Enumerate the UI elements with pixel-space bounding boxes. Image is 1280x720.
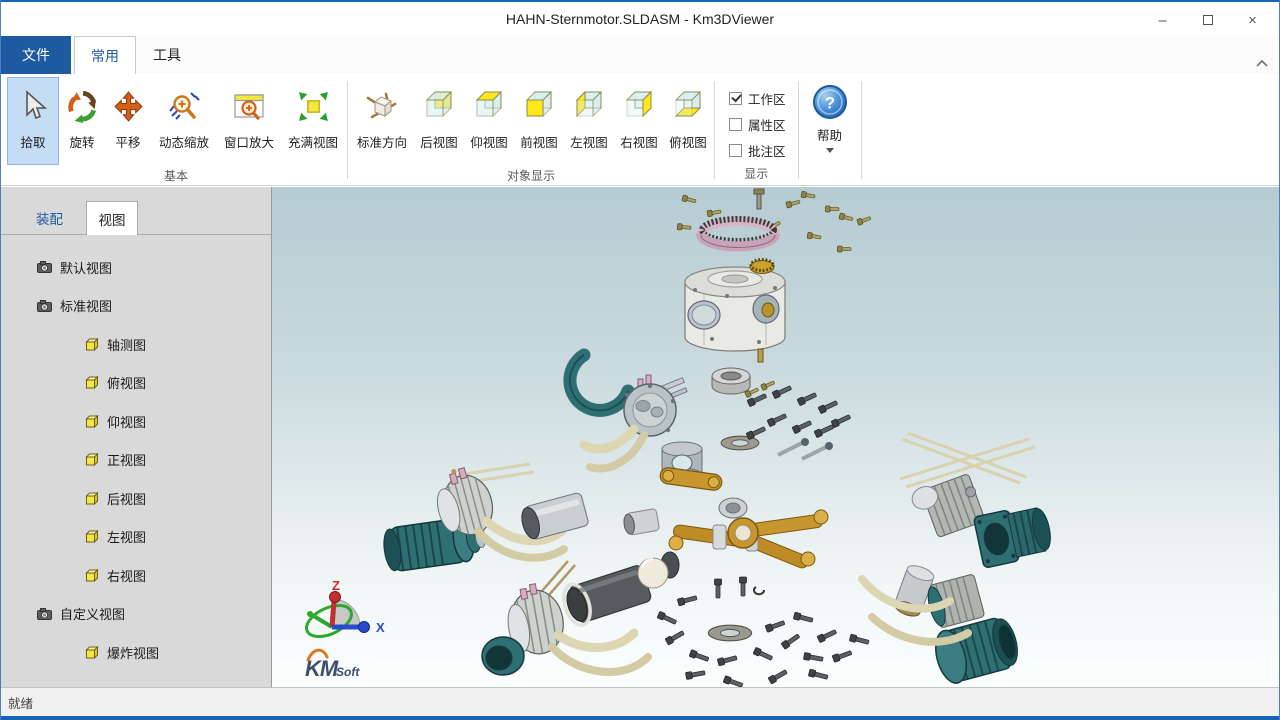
cube-icon [85, 338, 99, 351]
tab-tools[interactable]: 工具 [136, 36, 198, 74]
tree-item-left-view[interactable]: 左视图 [1, 518, 271, 557]
tab-home[interactable]: 常用 [74, 36, 136, 74]
cube-icon [85, 569, 99, 582]
logo-km-text: KM [305, 656, 339, 681]
axis-x-label: X [376, 620, 385, 635]
annotations-checkbox[interactable]: 批注区 [729, 137, 786, 163]
ribbon-separator [347, 81, 348, 179]
ribbon-separator [714, 81, 715, 179]
maximize-icon [1203, 15, 1213, 25]
tree-item-exploded-view[interactable]: 爆炸视图 [1, 633, 271, 672]
tree-item-front-view[interactable]: 正视图 [1, 441, 271, 480]
ribbon-tab-row: 文件 常用 工具 [1, 36, 1279, 74]
pick-button[interactable]: 拾取 [7, 77, 59, 165]
tree-item-axonometric[interactable]: 轴测图 [1, 325, 271, 364]
dynamic-zoom-button[interactable]: 动态缩放 [151, 77, 217, 165]
top-view-button[interactable]: 俯视图 [664, 77, 712, 165]
rotate-icon [65, 83, 99, 129]
sidebar-tabs: 装配 视图 [1, 187, 271, 235]
logo-soft-text: Soft [336, 665, 360, 679]
top-view-cube-icon [672, 83, 704, 129]
viewport-3d[interactable]: Z X KM Soft [272, 187, 1279, 687]
cube-icon [85, 376, 99, 389]
tab-assembly[interactable]: 装配 [23, 201, 76, 235]
checkbox-unchecked-icon [729, 144, 742, 157]
tree-item-standard-views[interactable]: 标准视图 [1, 287, 271, 326]
checkbox-checked-icon [729, 92, 742, 105]
camera-icon [37, 261, 52, 273]
right-view-cube-icon [623, 83, 655, 129]
titlebar: HAHN-Sternmotor.SLDASM - Km3DViewer – × [1, 0, 1279, 36]
group-basic: 拾取 旋转 平移 [7, 77, 345, 185]
tree-item-right-view[interactable]: 右视图 [1, 556, 271, 595]
standard-orientation-button[interactable]: 标准方向 [350, 77, 414, 165]
group-label-basic: 基本 [7, 165, 345, 189]
ribbon-separator [798, 81, 799, 179]
help-icon: ? [811, 83, 849, 121]
window-zoom-button[interactable]: 窗口放大 [217, 77, 281, 165]
window-bottom-border [1, 716, 1279, 720]
tab-view[interactable]: 视图 [86, 201, 138, 235]
close-button[interactable]: × [1230, 4, 1275, 36]
help-dropdown-icon [826, 148, 834, 153]
pan-button[interactable]: 平移 [105, 77, 151, 165]
ball-bearing [712, 368, 750, 394]
left-view-cube-icon [573, 83, 605, 129]
maximize-button[interactable] [1185, 4, 1230, 36]
back-view-cube-icon [423, 83, 455, 129]
cube-icon [85, 646, 99, 659]
tree-item-back-view[interactable]: 后视图 [1, 479, 271, 518]
dynamic-zoom-icon [166, 83, 202, 129]
view-tree: 默认视图 标准视图 轴测图 俯视图 仰视图 [1, 235, 271, 672]
fit-view-icon [297, 83, 330, 129]
tree-item-bottom-view[interactable]: 仰视图 [1, 402, 271, 441]
window-zoom-icon [232, 83, 266, 129]
checkbox-unchecked-icon [729, 118, 742, 131]
status-message: 就绪 [1, 693, 33, 712]
tree-item-custom-views[interactable]: 自定义视图 [1, 595, 271, 634]
group-object-display: 标准方向 后视图 [350, 77, 712, 185]
crankcase [685, 260, 785, 363]
rotate-button[interactable]: 旋转 [59, 77, 105, 165]
front-view-button[interactable]: 前视图 [514, 77, 564, 165]
camera-icon [37, 300, 52, 312]
standard-orientation-icon [364, 83, 400, 129]
group-display: 工作区 属性区 批注区 显示 [717, 77, 796, 185]
group-label-display: 显示 [717, 163, 796, 187]
help-button[interactable]: ? 帮助 [801, 77, 859, 185]
washer-disc [721, 436, 759, 450]
statusbar: 就绪 [1, 687, 1279, 716]
svg-text:?: ? [824, 94, 834, 113]
cursor-icon [17, 83, 49, 129]
app-window: HAHN-Sternmotor.SLDASM - Km3DViewer – × … [0, 0, 1280, 720]
workspace-checkbox[interactable]: 工作区 [729, 85, 786, 111]
minimize-button[interactable]: – [1140, 4, 1185, 36]
ribbon: 拾取 旋转 平移 [1, 74, 1279, 186]
camera-icon [37, 608, 52, 620]
cube-icon [85, 492, 99, 505]
ribbon-separator [861, 81, 862, 179]
axis-z-label: Z [332, 578, 340, 593]
cube-icon [85, 453, 99, 466]
exploded-assembly-graphic: Z X KM Soft [272, 187, 1279, 687]
pan-icon [112, 83, 145, 129]
window-title: HAHN-Sternmotor.SLDASM - Km3DViewer [1, 11, 1279, 27]
tree-item-top-view[interactable]: 俯视图 [1, 364, 271, 403]
collapse-ribbon-icon[interactable] [1255, 58, 1269, 68]
properties-checkbox[interactable]: 属性区 [729, 111, 786, 137]
left-view-button[interactable]: 左视图 [564, 77, 614, 165]
tab-file[interactable]: 文件 [1, 36, 71, 74]
right-view-button[interactable]: 右视图 [614, 77, 664, 165]
sidebar: 装配 视图 默认视图 标准视图 轴测图 俯视图 [1, 187, 272, 687]
fit-view-button[interactable]: 充满视图 [281, 77, 345, 165]
cube-icon [85, 530, 99, 543]
front-view-cube-icon [523, 83, 555, 129]
tree-item-default-view[interactable]: 默认视图 [1, 248, 271, 287]
bottom-view-cube-icon [473, 83, 505, 129]
group-label-object-display: 对象显示 [350, 165, 712, 189]
cube-icon [85, 415, 99, 428]
back-view-button[interactable]: 后视图 [414, 77, 464, 165]
bottom-view-button[interactable]: 仰视图 [464, 77, 514, 165]
